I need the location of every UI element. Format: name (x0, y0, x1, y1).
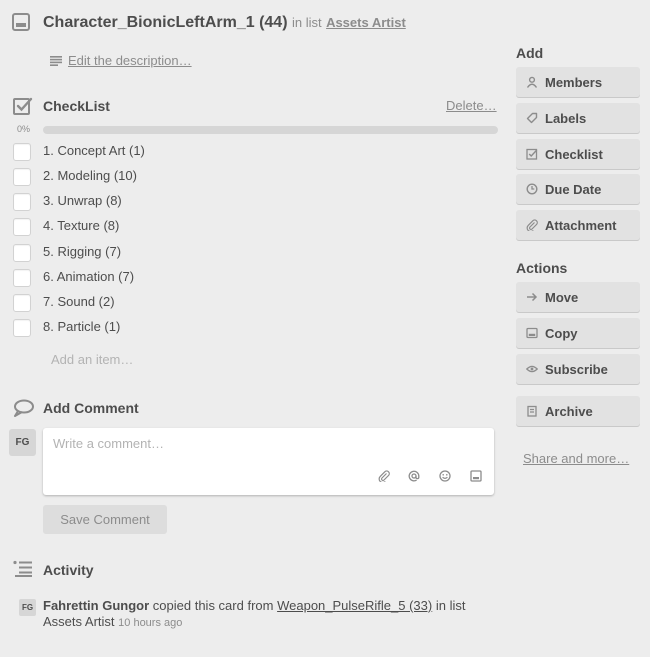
checklist-item: 3. Unwrap (8) (13, 192, 122, 212)
checklist-item: 5. Rigging (7) (13, 243, 121, 263)
share-and-more-link[interactable]: Share and more… (523, 451, 629, 466)
eye-icon (526, 365, 538, 373)
checklist-item: 2. Modeling (10) (13, 167, 137, 187)
copy-button[interactable]: Copy (516, 318, 640, 348)
checklist-item-label[interactable]: 7. Sound (2) (43, 294, 115, 309)
list-link[interactable]: Assets Artist (326, 15, 406, 30)
edit-description-row[interactable]: Edit the description… (50, 53, 192, 68)
members-button-label: Members (545, 74, 603, 90)
checklist-item-label[interactable]: 5. Rigging (7) (43, 244, 121, 259)
checklist-item: 7. Sound (2) (13, 293, 115, 313)
archive-icon (527, 405, 537, 417)
edit-description-link[interactable]: Edit the description… (68, 53, 192, 68)
checklist-item: 6. Animation (7) (13, 268, 134, 288)
checklist-item-checkbox[interactable] (13, 193, 31, 211)
checklist-icon (13, 97, 33, 115)
activity-list-icon (13, 560, 32, 577)
comment-box (43, 428, 494, 495)
checklist-item: 1. Concept Art (1) (13, 142, 145, 162)
checklist-item-label[interactable]: 1. Concept Art (1) (43, 143, 145, 158)
checklist-item-checkbox[interactable] (13, 218, 31, 236)
mention-icon[interactable] (407, 469, 421, 483)
card-icon (12, 13, 30, 31)
activity-avatar[interactable]: FG (19, 599, 36, 616)
checklist-item-checkbox[interactable] (13, 269, 31, 287)
checklist-item: 8. Particle (1) (13, 318, 120, 338)
activity-user[interactable]: Fahrettin Gungor (43, 598, 149, 613)
paperclip-icon[interactable] (377, 469, 391, 483)
copy-button-label: Copy (545, 325, 578, 341)
checklist-item-checkbox[interactable] (13, 244, 31, 262)
archive-button-label: Archive (545, 403, 593, 419)
subscribe-button[interactable]: Subscribe (516, 354, 640, 384)
clock-icon (526, 183, 538, 195)
avatar[interactable]: FG (9, 429, 36, 456)
save-comment-button[interactable]: Save Comment (43, 505, 167, 534)
checklist-progress-bar (43, 126, 498, 134)
members-button[interactable]: Members (516, 67, 640, 97)
tag-icon (526, 112, 538, 124)
due-date-button[interactable]: Due Date (516, 174, 640, 204)
checklist-item-label[interactable]: 2. Modeling (10) (43, 168, 137, 183)
activity-list-name: Assets Artist (43, 614, 115, 629)
subscribe-button-label: Subscribe (545, 361, 608, 377)
speech-bubble-icon (14, 399, 34, 417)
checklist-item-label[interactable]: 8. Particle (1) (43, 319, 120, 334)
actions-heading: Actions (516, 260, 568, 276)
paperclip-icon (526, 219, 538, 231)
in-list-text: in list (291, 15, 322, 30)
arrow-right-icon (527, 292, 538, 302)
move-button[interactable]: Move (516, 282, 640, 312)
checklist-progress-percent: 0% (17, 124, 31, 134)
checklist-delete-link[interactable]: Delete… (446, 98, 497, 113)
add-checklist-item[interactable]: Add an item… (51, 352, 133, 367)
activity-title: Activity (43, 562, 94, 578)
card-title: Character_BionicLeftArm_1 (44) in list A… (43, 14, 406, 32)
card-title-text[interactable]: Character_BionicLeftArm_1 (44) (43, 14, 288, 31)
checklist-button-label: Checklist (545, 146, 603, 162)
activity-action: copied this card from (152, 598, 274, 613)
activity-source-card-link[interactable]: Weapon_PulseRifle_5 (33) (277, 598, 432, 613)
activity-in-list-text: in list (435, 598, 466, 613)
checklist-item-checkbox[interactable] (13, 168, 31, 186)
checklist-item-label[interactable]: 3. Unwrap (8) (43, 193, 122, 208)
checklist-item-label[interactable]: 6. Animation (7) (43, 269, 134, 284)
add-heading: Add (516, 45, 544, 61)
comment-input[interactable] (53, 436, 473, 451)
add-comment-title: Add Comment (43, 400, 139, 416)
due-date-button-label: Due Date (545, 181, 602, 197)
activity-time: 10 hours ago (118, 617, 183, 629)
move-button-label: Move (545, 289, 579, 305)
description-icon (50, 55, 62, 66)
checklist-item: 4. Texture (8) (13, 217, 119, 237)
attachment-button[interactable]: Attachment (516, 210, 640, 240)
checkbox-icon (526, 148, 538, 160)
checklist-item-checkbox[interactable] (13, 143, 31, 161)
person-icon (526, 76, 538, 88)
card-icon[interactable] (469, 469, 483, 483)
checklist-button[interactable]: Checklist (516, 139, 640, 169)
card-icon (526, 327, 538, 339)
archive-button[interactable]: Archive (516, 396, 640, 426)
activity-entry-line2: Assets Artist 10 hours ago (43, 614, 182, 629)
checklist-item-checkbox[interactable] (13, 294, 31, 312)
checklist-item-checkbox[interactable] (13, 319, 31, 337)
labels-button[interactable]: Labels (516, 103, 640, 133)
emoji-icon[interactable] (438, 469, 452, 483)
checklist-title: CheckList (43, 98, 110, 114)
attachment-button-label: Attachment (545, 217, 617, 233)
labels-button-label: Labels (545, 110, 587, 126)
activity-entry: Fahrettin Gungor copied this card from W… (43, 598, 465, 613)
checklist-item-label[interactable]: 4. Texture (8) (43, 218, 119, 233)
